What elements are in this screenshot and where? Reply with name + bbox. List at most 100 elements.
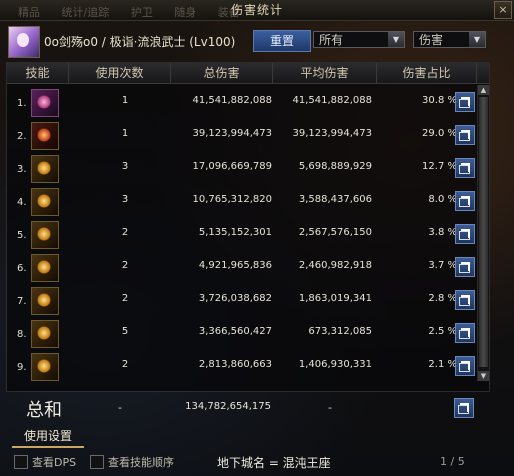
total-damage: 4,921,965,836 <box>198 260 272 271</box>
col-total[interactable]: 总伤害 <box>171 63 273 83</box>
rank: 8. <box>17 329 27 340</box>
show-dps-checkbox[interactable] <box>14 455 28 469</box>
skill-icon <box>31 122 59 150</box>
total-damage: 17,096,669,789 <box>192 161 272 172</box>
reset-button[interactable]: 重置 <box>253 30 311 52</box>
skill-icon <box>31 287 59 315</box>
avg-damage: 2,460,982,918 <box>298 260 372 271</box>
rank: 1. <box>17 98 27 109</box>
total-damage: 2,813,860,663 <box>198 359 272 370</box>
share-icon[interactable] <box>455 356 475 376</box>
character-avatar <box>8 26 40 58</box>
share-icon[interactable] <box>455 290 475 310</box>
share-icon[interactable] <box>455 92 475 112</box>
summary-total: 134,782,654,175 <box>185 401 271 412</box>
table-row[interactable]: 9. 2 2,813,860,663 1,406,930,331 2.1 % <box>7 349 489 382</box>
share-icon[interactable] <box>455 125 475 145</box>
type-filter-select[interactable]: 伤害 ▼ <box>413 31 486 48</box>
use-count: 3 <box>121 161 129 172</box>
rank: 7. <box>17 296 27 307</box>
table-row[interactable]: 2. 1 39,123,994,473 39,123,994,473 29.0 … <box>7 118 489 151</box>
avg-damage: 1,863,019,341 <box>298 293 372 304</box>
rank: 3. <box>17 164 27 175</box>
avg-damage: 5,698,889,929 <box>298 161 372 172</box>
avg-damage: 2,567,576,150 <box>298 227 372 238</box>
type-filter-value: 伤害 <box>419 33 444 47</box>
total-damage: 39,123,994,473 <box>192 128 272 139</box>
damage-share: 30.8 % <box>422 95 457 106</box>
share-icon[interactable] <box>455 257 475 277</box>
share-icon[interactable] <box>454 398 474 418</box>
total-damage: 5,135,152,301 <box>198 227 272 238</box>
use-count: 2 <box>121 260 129 271</box>
scrollbar-thumb[interactable] <box>479 97 488 367</box>
scroll-down-icon[interactable]: ▼ <box>478 371 489 381</box>
damage-share: 2.5 % <box>428 326 457 337</box>
total-damage: 3,726,038,682 <box>198 293 272 304</box>
avg-damage: 39,123,994,473 <box>292 128 372 139</box>
character-name: 0o剑殇o0 / 极诣·流浪武士 (Lv100) <box>44 35 236 49</box>
rank: 9. <box>17 362 27 373</box>
table-row[interactable]: 6. 2 4,921,965,836 2,460,982,918 3.7 % <box>7 250 489 283</box>
damage-share: 3.8 % <box>428 227 457 238</box>
damage-share: 29.0 % <box>422 128 457 139</box>
table-row[interactable]: 5. 2 5,135,152,301 2,567,576,150 3.8 % <box>7 217 489 250</box>
table-scrollbar[interactable]: ▲ ▼ <box>477 85 489 381</box>
skill-icon <box>31 353 59 381</box>
use-count: 1 <box>121 95 129 106</box>
chevron-down-icon: ▼ <box>388 32 404 47</box>
window-title: 伤害统计 <box>230 3 283 17</box>
summary-label: 总和 <box>26 400 62 421</box>
share-icon[interactable] <box>455 323 475 343</box>
avg-damage: 41,541,882,088 <box>292 95 372 106</box>
table-row[interactable]: 8. 5 3,366,560,427 673,312,085 2.5 % <box>7 316 489 349</box>
target-filter-value: 所有 <box>319 33 344 47</box>
tab-settings[interactable]: 使用设置 <box>12 426 84 448</box>
skill-icon <box>31 320 59 348</box>
damage-share: 2.1 % <box>428 359 457 370</box>
avg-damage: 3,588,437,606 <box>298 194 372 205</box>
chevron-down-icon: ▼ <box>469 32 485 47</box>
skill-icon <box>31 155 59 183</box>
show-dps-label: 查看DPS <box>32 456 77 469</box>
summary-avg: - <box>328 401 332 414</box>
dungeon-name: 地下城名 = 混沌王座 <box>217 456 331 470</box>
col-pct[interactable]: 伤害占比 <box>377 63 477 83</box>
col-count[interactable]: 使用次数 <box>69 63 171 83</box>
summary-row: 总和 - 134,782,654,175 - <box>6 392 488 422</box>
table-row[interactable]: 1. 1 41,541,882,088 41,541,882,088 30.8 … <box>7 85 489 118</box>
total-damage: 10,765,312,820 <box>192 194 272 205</box>
avg-damage: 1,406,930,331 <box>298 359 372 370</box>
table-row[interactable]: 4. 3 10,765,312,820 3,588,437,606 8.0 % <box>7 184 489 217</box>
total-damage: 3,366,560,427 <box>198 326 272 337</box>
skill-icon <box>31 89 59 117</box>
rank: 5. <box>17 230 27 241</box>
share-icon[interactable] <box>455 158 475 178</box>
col-skill[interactable]: 技能 <box>7 63 69 83</box>
table-row[interactable]: 7. 2 3,726,038,682 1,863,019,341 2.8 % <box>7 283 489 316</box>
use-count: 2 <box>121 359 129 370</box>
avg-damage: 673,312,085 <box>308 326 372 337</box>
damage-table: 技能 使用次数 总伤害 平均伤害 伤害占比 1. 1 41,541,882,08… <box>6 62 490 392</box>
col-avg[interactable]: 平均伤害 <box>273 63 377 83</box>
table-row[interactable]: 3. 3 17,096,669,789 5,698,889,929 12.7 % <box>7 151 489 184</box>
damage-share: 2.8 % <box>428 293 457 304</box>
show-order-label: 查看技能顺序 <box>108 456 174 469</box>
share-icon[interactable] <box>455 191 475 211</box>
skill-icon <box>31 221 59 249</box>
share-icon[interactable] <box>455 224 475 244</box>
header-bar: 0o剑殇o0 / 极诣·流浪武士 (Lv100) 重置 所有 ▼ 伤害 ▼ <box>6 24 508 58</box>
skill-icon <box>31 254 59 282</box>
total-damage: 41,541,882,088 <box>192 95 272 106</box>
footer-bar: 查看DPS 查看技能顺序 地下城名 = 混沌王座 1 / 5 <box>12 452 508 472</box>
rank: 4. <box>17 197 27 208</box>
scroll-up-icon[interactable]: ▲ <box>478 85 489 95</box>
use-count: 2 <box>121 293 129 304</box>
target-filter-select[interactable]: 所有 ▼ <box>313 31 405 48</box>
skill-icon <box>31 188 59 216</box>
use-count: 5 <box>121 326 129 337</box>
show-order-checkbox[interactable] <box>90 455 104 469</box>
rank: 6. <box>17 263 27 274</box>
damage-share: 8.0 % <box>428 194 457 205</box>
close-button[interactable]: × <box>494 1 512 19</box>
